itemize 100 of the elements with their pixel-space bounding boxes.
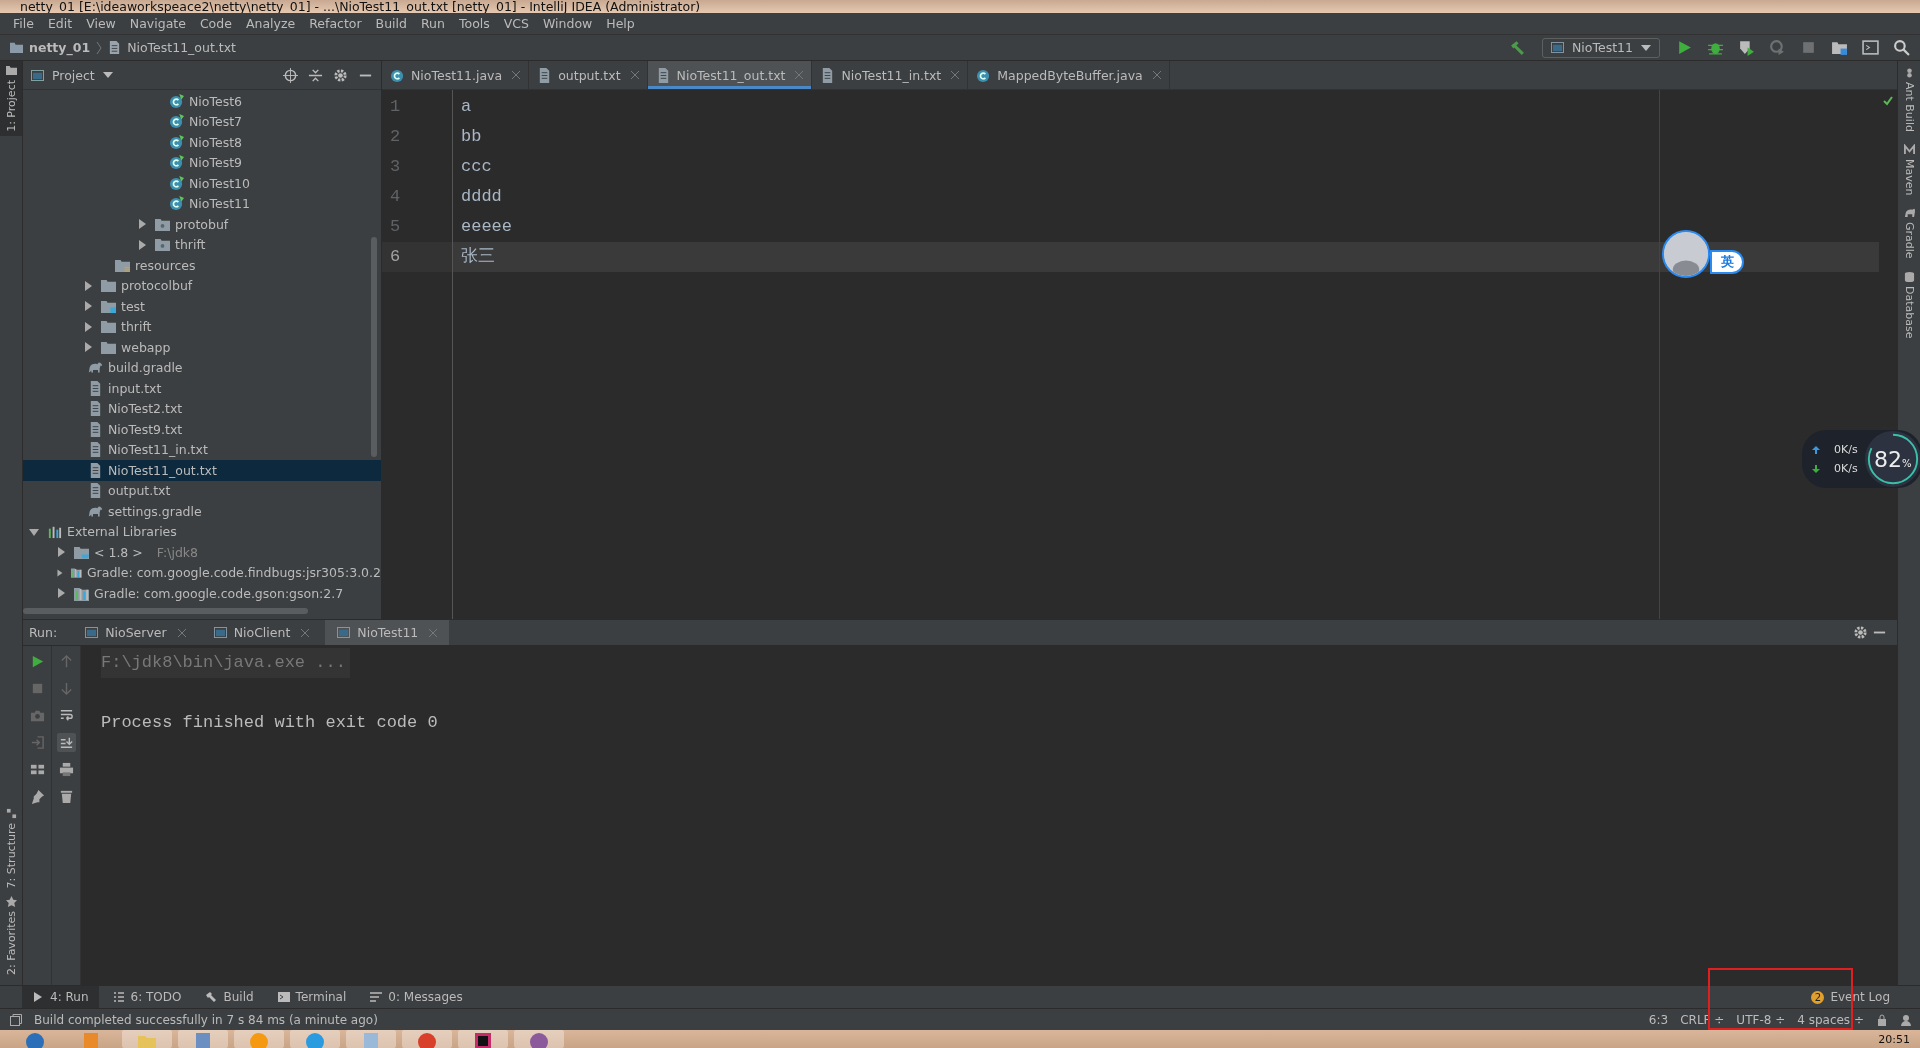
tool-window-tab[interactable]: 2: Favorites bbox=[0, 892, 22, 979]
tool-window-tab[interactable]: 4: Run bbox=[22, 986, 99, 1008]
scrollbar[interactable] bbox=[23, 607, 308, 614]
close-icon[interactable] bbox=[512, 71, 521, 79]
tree-item[interactable]: thrift bbox=[23, 234, 381, 255]
collapsed-arrow-icon[interactable] bbox=[83, 301, 93, 312]
run-tab[interactable]: NioClient bbox=[201, 620, 322, 645]
run-tab[interactable]: NioTest11 bbox=[325, 620, 450, 645]
tree-item[interactable]: NioTest9.txt bbox=[23, 419, 381, 440]
taskbar-app-icon[interactable] bbox=[458, 1030, 508, 1048]
menu-item[interactable]: File bbox=[6, 16, 41, 31]
breadcrumb-item[interactable]: netty_01 bbox=[29, 40, 91, 55]
collapsed-arrow-icon[interactable] bbox=[137, 219, 147, 230]
tree-item[interactable]: NioTest2.txt bbox=[23, 398, 381, 419]
lock-icon[interactable] bbox=[1876, 1013, 1888, 1026]
menu-item[interactable]: VCS bbox=[496, 16, 536, 31]
folder-grid-icon[interactable] bbox=[1831, 39, 1848, 56]
tree-item[interactable]: NioTest10 bbox=[23, 173, 381, 194]
shield-icon[interactable] bbox=[1738, 39, 1755, 56]
collapsed-arrow-icon[interactable] bbox=[56, 547, 66, 558]
editor-tab[interactable]: NioTest11.java bbox=[382, 61, 530, 89]
editor-tab[interactable]: NioTest11_in.txt bbox=[812, 61, 969, 89]
menu-item[interactable]: Navigate bbox=[122, 16, 193, 31]
person-icon[interactable] bbox=[1900, 1013, 1912, 1026]
close-icon[interactable] bbox=[951, 71, 960, 79]
tree-item[interactable]: settings.gradle bbox=[23, 501, 381, 522]
collapsed-arrow-icon[interactable] bbox=[56, 567, 64, 578]
tree-item[interactable]: protocolbuf bbox=[23, 275, 381, 296]
tool-window-tab[interactable]: 1: Project bbox=[0, 61, 22, 136]
project-view-dropdown[interactable]: Project bbox=[31, 67, 113, 83]
tree-item[interactable]: output.txt bbox=[23, 480, 381, 501]
tree-item[interactable]: protobuf bbox=[23, 214, 381, 235]
menu-item[interactable]: Build bbox=[368, 16, 414, 31]
tool-window-tab[interactable]: 6: TODO bbox=[102, 986, 192, 1008]
collapse-icon[interactable] bbox=[308, 67, 323, 83]
run-tab[interactable]: NioServer bbox=[73, 620, 198, 645]
hammer-icon[interactable] bbox=[1509, 39, 1526, 56]
tree-item[interactable]: build.gradle bbox=[23, 357, 381, 378]
tree-item[interactable]: input.txt bbox=[23, 378, 381, 399]
collapsed-arrow-icon[interactable] bbox=[83, 280, 93, 291]
editor-tab[interactable]: output.txt bbox=[529, 61, 648, 89]
menu-item[interactable]: Tools bbox=[451, 16, 497, 31]
window-icon[interactable] bbox=[1862, 39, 1879, 56]
tree-item[interactable]: < 1.8 > F:\jdk8 bbox=[23, 542, 381, 563]
locate-icon[interactable] bbox=[283, 67, 298, 83]
tree-item[interactable]: Gradle: com.google.code.findbugs:jsr305:3.0.2 bbox=[23, 562, 381, 583]
menu-item[interactable]: Analyze bbox=[238, 16, 303, 31]
settings-icon[interactable] bbox=[333, 67, 348, 83]
tool-window-tab[interactable]: Build bbox=[195, 986, 264, 1008]
tree-item[interactable]: NioTest9 bbox=[23, 152, 381, 173]
close-icon[interactable] bbox=[630, 71, 639, 79]
tool-window-tab[interactable]: Terminal bbox=[267, 986, 357, 1008]
menu-item[interactable]: Help bbox=[599, 16, 642, 31]
tool-window-tab[interactable]: Database bbox=[1898, 265, 1920, 345]
collapsed-arrow-icon[interactable] bbox=[83, 321, 93, 332]
close-icon[interactable] bbox=[177, 628, 186, 637]
tree-item[interactable]: test bbox=[23, 296, 381, 317]
editor-tab[interactable]: MappedByteBuffer.java bbox=[968, 61, 1170, 89]
tree-item[interactable]: thrift bbox=[23, 316, 381, 337]
tree-item[interactable]: External Libraries bbox=[23, 521, 381, 542]
menu-item[interactable]: Refactor bbox=[302, 16, 369, 31]
scrollbar[interactable] bbox=[371, 237, 377, 457]
line-separator[interactable]: CRLF ÷ bbox=[1680, 1012, 1725, 1027]
search-icon[interactable] bbox=[1893, 39, 1910, 56]
indent-setting[interactable]: 4 spaces ÷ bbox=[1797, 1012, 1864, 1027]
breadcrumb-item[interactable]: NioTest11_out.txt bbox=[127, 40, 236, 55]
settings-icon[interactable] bbox=[1853, 625, 1868, 640]
panel-toggle-icon[interactable] bbox=[10, 1013, 22, 1026]
tree-item[interactable]: NioTest8 bbox=[23, 132, 381, 153]
tree-item[interactable]: NioTest11 bbox=[23, 193, 381, 214]
caret-position[interactable]: 6:3 bbox=[1648, 1012, 1669, 1027]
tree-item[interactable]: Gradle: com.google.code.gson:gson:2.7 bbox=[23, 583, 381, 604]
editor-tab[interactable]: NioTest11_out.txt bbox=[647, 61, 813, 89]
run-configuration-dropdown[interactable]: NioTest11 bbox=[1542, 37, 1660, 58]
tool-window-tab[interactable]: Gradle bbox=[1898, 201, 1920, 265]
ime-widget[interactable]: 英 bbox=[1662, 230, 1742, 278]
tool-window-tab[interactable]: 7: Structure bbox=[0, 803, 22, 893]
tree-item[interactable]: NioTest11_in.txt bbox=[23, 439, 381, 460]
menu-item[interactable]: Code bbox=[192, 16, 239, 31]
menu-item[interactable]: Edit bbox=[40, 16, 80, 31]
expanded-arrow-icon[interactable] bbox=[29, 526, 39, 537]
tool-window-tab[interactable]: Ant Build bbox=[1898, 61, 1920, 138]
menu-item[interactable]: Run bbox=[414, 16, 452, 31]
menu-item[interactable]: Window bbox=[536, 16, 600, 31]
scroll-to-end-icon[interactable] bbox=[56, 733, 76, 752]
tree-item[interactable]: NioTest7 bbox=[23, 111, 381, 132]
collapsed-arrow-icon[interactable] bbox=[137, 239, 147, 250]
file-encoding[interactable]: UTF-8 ÷ bbox=[1736, 1012, 1786, 1027]
close-icon[interactable] bbox=[1152, 71, 1161, 79]
collapsed-arrow-icon[interactable] bbox=[83, 342, 93, 353]
tree-item[interactable]: webapp bbox=[23, 337, 381, 358]
close-icon[interactable] bbox=[301, 628, 310, 637]
tool-window-tab[interactable]: Maven bbox=[1898, 137, 1920, 202]
menu-item[interactable]: View bbox=[79, 16, 123, 31]
tree-item[interactable]: NioTest11_out.txt bbox=[23, 460, 381, 481]
tool-window-tab[interactable]: 0: Messages bbox=[360, 986, 473, 1008]
collapsed-arrow-icon[interactable] bbox=[56, 588, 66, 599]
tree-item[interactable]: NioTest6 bbox=[23, 91, 381, 112]
run-icon[interactable] bbox=[1676, 39, 1693, 56]
tree-item[interactable]: resources bbox=[23, 255, 381, 276]
